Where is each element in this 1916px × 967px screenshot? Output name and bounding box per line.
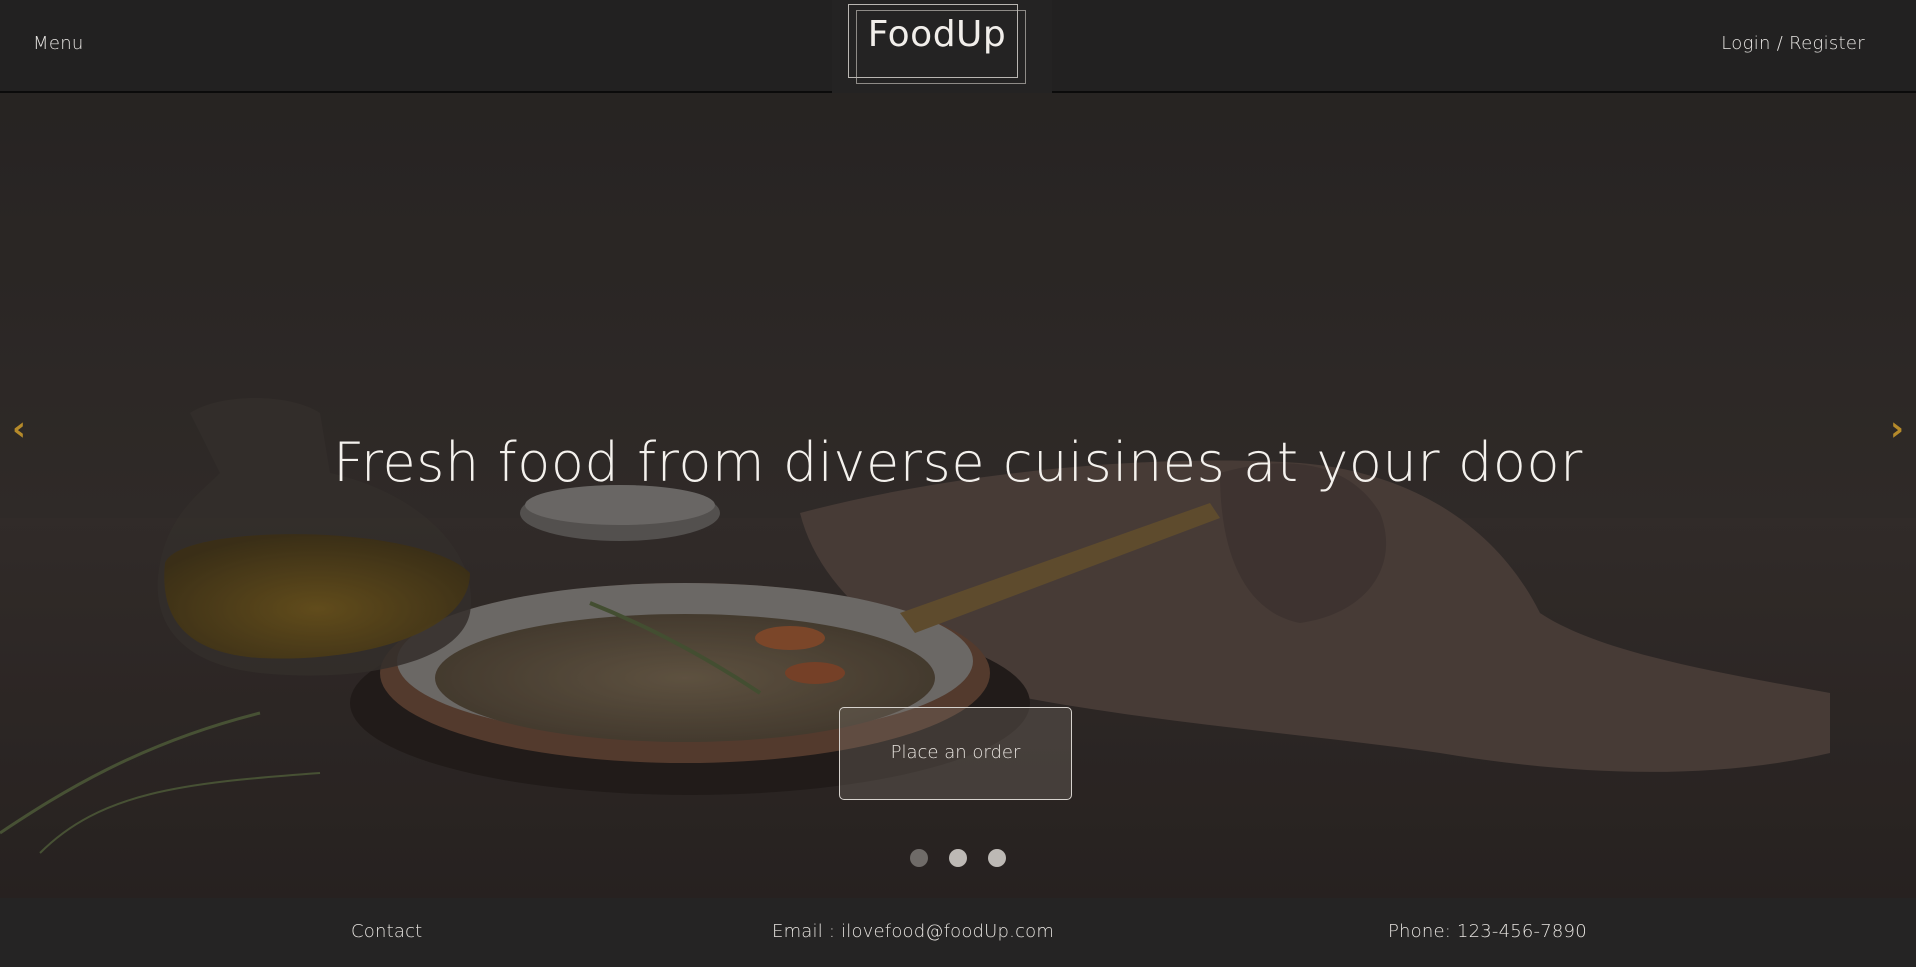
place-order-button[interactable]: Place an order xyxy=(839,707,1072,800)
carousel-dot-2[interactable] xyxy=(949,849,967,867)
logo-text: FoodUp xyxy=(867,14,1007,55)
footer-contact-link[interactable]: Contact xyxy=(351,921,422,942)
carousel-dot-1[interactable] xyxy=(910,849,928,867)
site-footer: Contact Email : ilovefood@foodUp.com Pho… xyxy=(0,898,1916,967)
hero-carousel: ‹ › Fresh food from diverse cuisines at … xyxy=(0,93,1916,898)
hero-headline: Fresh food from diverse cuisines at your… xyxy=(333,431,1583,494)
logo[interactable]: FoodUp xyxy=(832,0,1052,93)
footer-email: Email : ilovefood@foodUp.com xyxy=(772,921,1055,942)
login-register-link[interactable]: Login / Register xyxy=(1721,33,1865,54)
menu-link[interactable]: Menu xyxy=(33,33,84,54)
footer-phone: Phone: 123-456-7890 xyxy=(1388,921,1587,942)
carousel-indicators xyxy=(910,849,1006,867)
site-header: Menu FoodUp Login / Register xyxy=(0,0,1916,93)
carousel-dot-3[interactable] xyxy=(988,849,1006,867)
